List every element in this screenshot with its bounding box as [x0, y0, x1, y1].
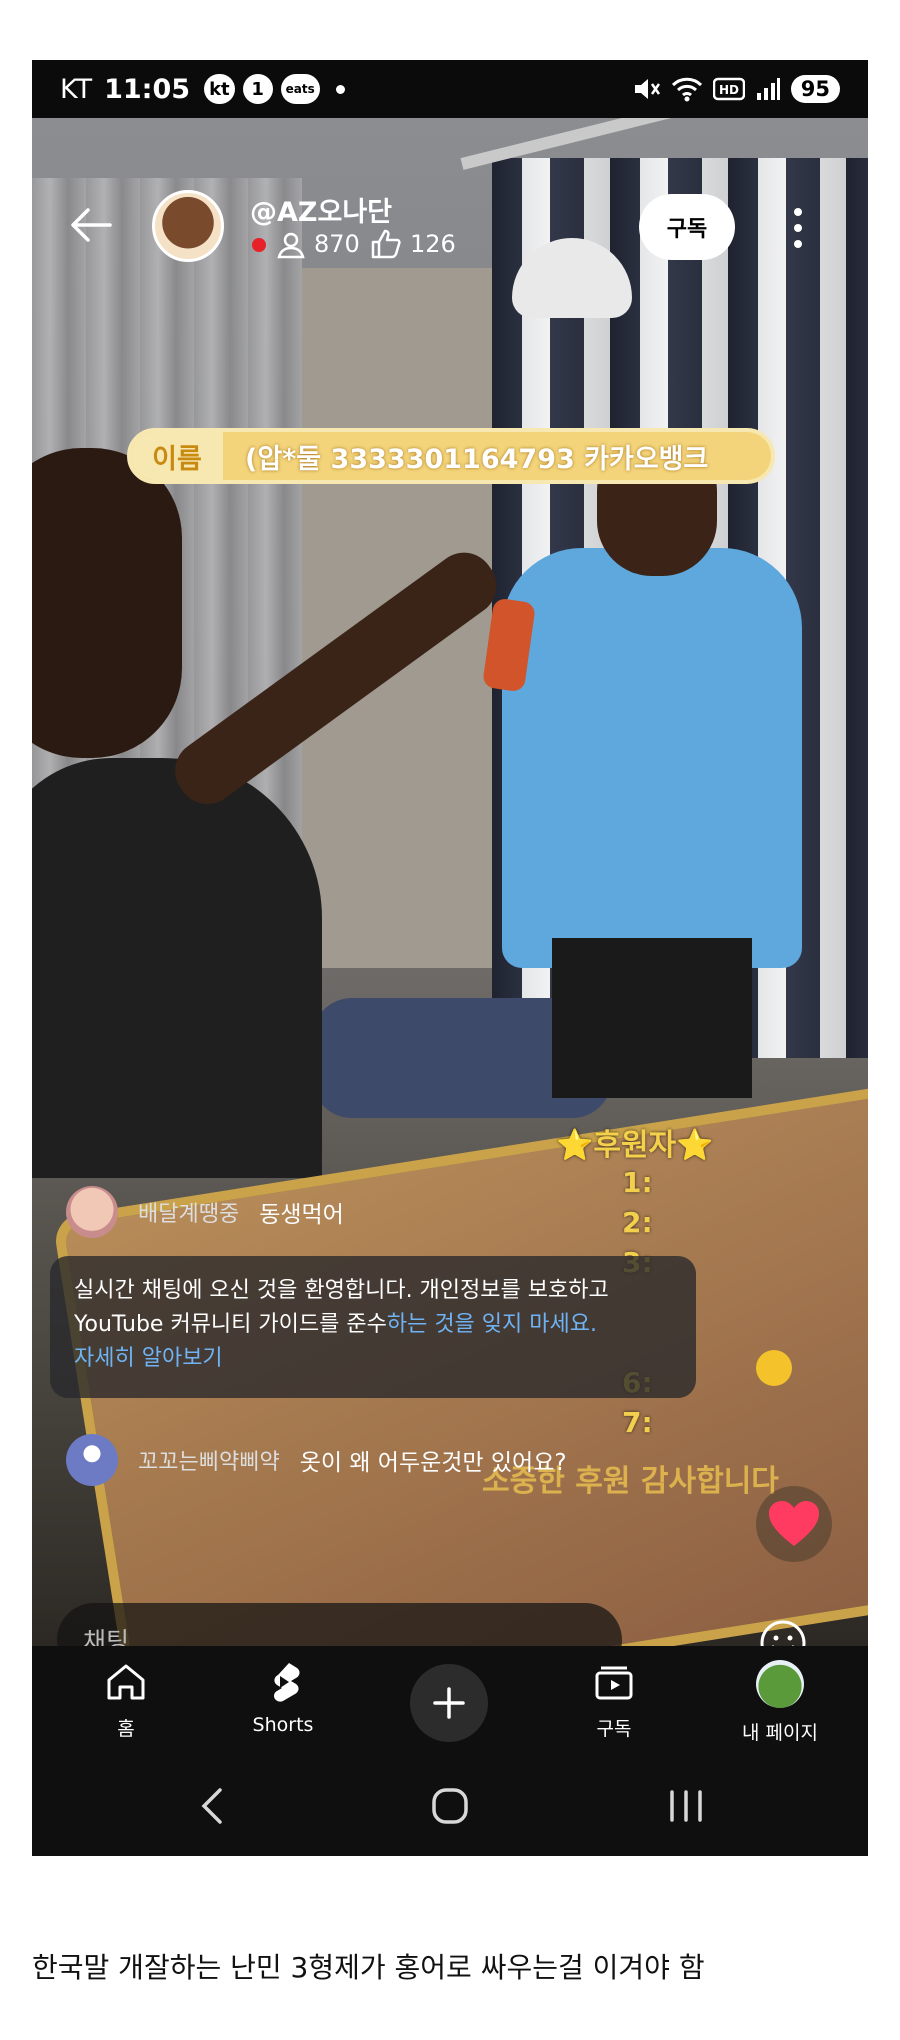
chat-input[interactable]: 채팅... — [57, 1603, 622, 1646]
nav-home-label: 홈 — [117, 1718, 135, 1740]
wifi-icon — [671, 77, 702, 102]
boy-shorts — [552, 938, 752, 1098]
live-indicator — [252, 238, 266, 252]
kt-app-icon: kt — [204, 74, 235, 104]
signal-icon — [756, 78, 780, 100]
chat-message[interactable]: 꼬꼬는삐약삐약 옷이 왜 어두운것만 있어요? — [66, 1434, 567, 1486]
man-head — [32, 448, 182, 758]
phone-screen: KT 11:05 kt 1 eats HD 95 @AZ오나단 870 126 … — [32, 60, 868, 1856]
more-options-icon[interactable] — [786, 204, 810, 252]
system-recents-icon[interactable] — [664, 1784, 708, 1828]
carrier-label: KT — [60, 73, 93, 105]
plus-icon — [433, 1687, 465, 1719]
nav-subscriptions-label: 구독 — [596, 1718, 632, 1740]
create-button[interactable] — [410, 1664, 488, 1742]
boy-figure — [502, 548, 802, 968]
viewer-count: 870 — [314, 230, 360, 258]
banner-label: 이름 — [131, 432, 223, 480]
sponsor-line-7: 7: — [622, 1406, 653, 1439]
subscriptions-icon — [595, 1666, 633, 1700]
chat-text: 옷이 왜 어두운것만 있어요? — [299, 1450, 567, 1476]
banner-text: (압*둘 3333301164793 카카오뱅크 — [245, 443, 709, 475]
eats-app-icon: eats — [280, 74, 320, 104]
nav-my-page-label: 내 페이지 — [742, 1722, 818, 1744]
learn-more-link[interactable]: 자세히 알아보기 — [74, 1346, 223, 1371]
like-icon[interactable] — [370, 228, 402, 260]
svg-text:HD: HD — [719, 83, 739, 97]
chat-user-avatar — [66, 1434, 118, 1486]
heart-icon — [769, 1501, 819, 1546]
account-banner: 이름 (압*둘 3333301164793 카카오뱅크 — [127, 428, 775, 484]
chat-user-avatar — [66, 1186, 118, 1238]
chat-author: 배달계땡중 — [138, 1202, 240, 1227]
bottom-navigation: 홈 Shorts 구독 내 페이지 — [32, 1646, 868, 1756]
chat-author: 꼬꼬는삐약삐약 — [138, 1450, 280, 1475]
sponsor-title: ⭐후원자⭐ — [556, 1128, 714, 1163]
emoji-picker-icon[interactable] — [758, 1618, 808, 1646]
like-count: 126 — [410, 230, 456, 258]
post-caption: 한국말 개잘하는 난민 3형제가 홍어로 싸우는걸 이겨야 함 — [32, 1951, 705, 1984]
man-figure — [32, 758, 322, 1178]
system-navigation-bar — [32, 1756, 868, 1856]
sponsor-line-1: 1: — [622, 1166, 653, 1199]
hd-voice-icon: HD — [712, 77, 745, 101]
status-bar: KT 11:05 kt 1 eats HD 95 — [32, 60, 868, 118]
nav-my-page[interactable]: 내 페이지 — [720, 1660, 840, 1745]
mute-icon — [634, 79, 660, 99]
chat-text: 동생먹어 — [259, 1202, 344, 1228]
nav-subscriptions[interactable]: 구독 — [554, 1660, 674, 1741]
clock: 11:05 — [104, 73, 191, 105]
nav-shorts-label: Shorts — [252, 1714, 314, 1736]
channel-name[interactable]: @AZ오나단 — [250, 190, 392, 229]
home-icon — [107, 1664, 145, 1700]
more-notifications-dot — [335, 84, 345, 94]
battery-level: 95 — [790, 75, 840, 103]
system-home-icon[interactable] — [428, 1784, 472, 1828]
subscribe-button[interactable]: 구독 — [639, 194, 735, 260]
nav-shorts[interactable]: Shorts — [223, 1660, 343, 1736]
chat-welcome-notice: 실시간 채팅에 오신 것을 환영합니다. 개인정보를 보호하고 YouTube … — [50, 1256, 696, 1398]
welcome-highlight: 하는 것을 잊지 마세요. — [386, 1312, 597, 1337]
notification-count-icon: 1 — [242, 74, 273, 104]
nav-home[interactable]: 홈 — [66, 1660, 186, 1741]
profile-avatar — [756, 1660, 804, 1708]
viewers-icon — [277, 232, 305, 259]
live-video[interactable]: @AZ오나단 870 126 구독 이름 (압*둘 3333301164793 … — [32, 118, 868, 1646]
sponsor-line-2: 2: — [622, 1206, 653, 1239]
grin-emoji-icon — [756, 1350, 792, 1386]
system-back-icon[interactable] — [192, 1784, 236, 1828]
chat-message[interactable]: 배달계땡중 동생먹어 — [66, 1186, 344, 1238]
back-arrow-icon[interactable] — [66, 200, 116, 250]
shorts-icon — [274, 1663, 300, 1702]
heart-reaction-button[interactable] — [756, 1486, 832, 1562]
channel-avatar[interactable] — [152, 190, 224, 262]
